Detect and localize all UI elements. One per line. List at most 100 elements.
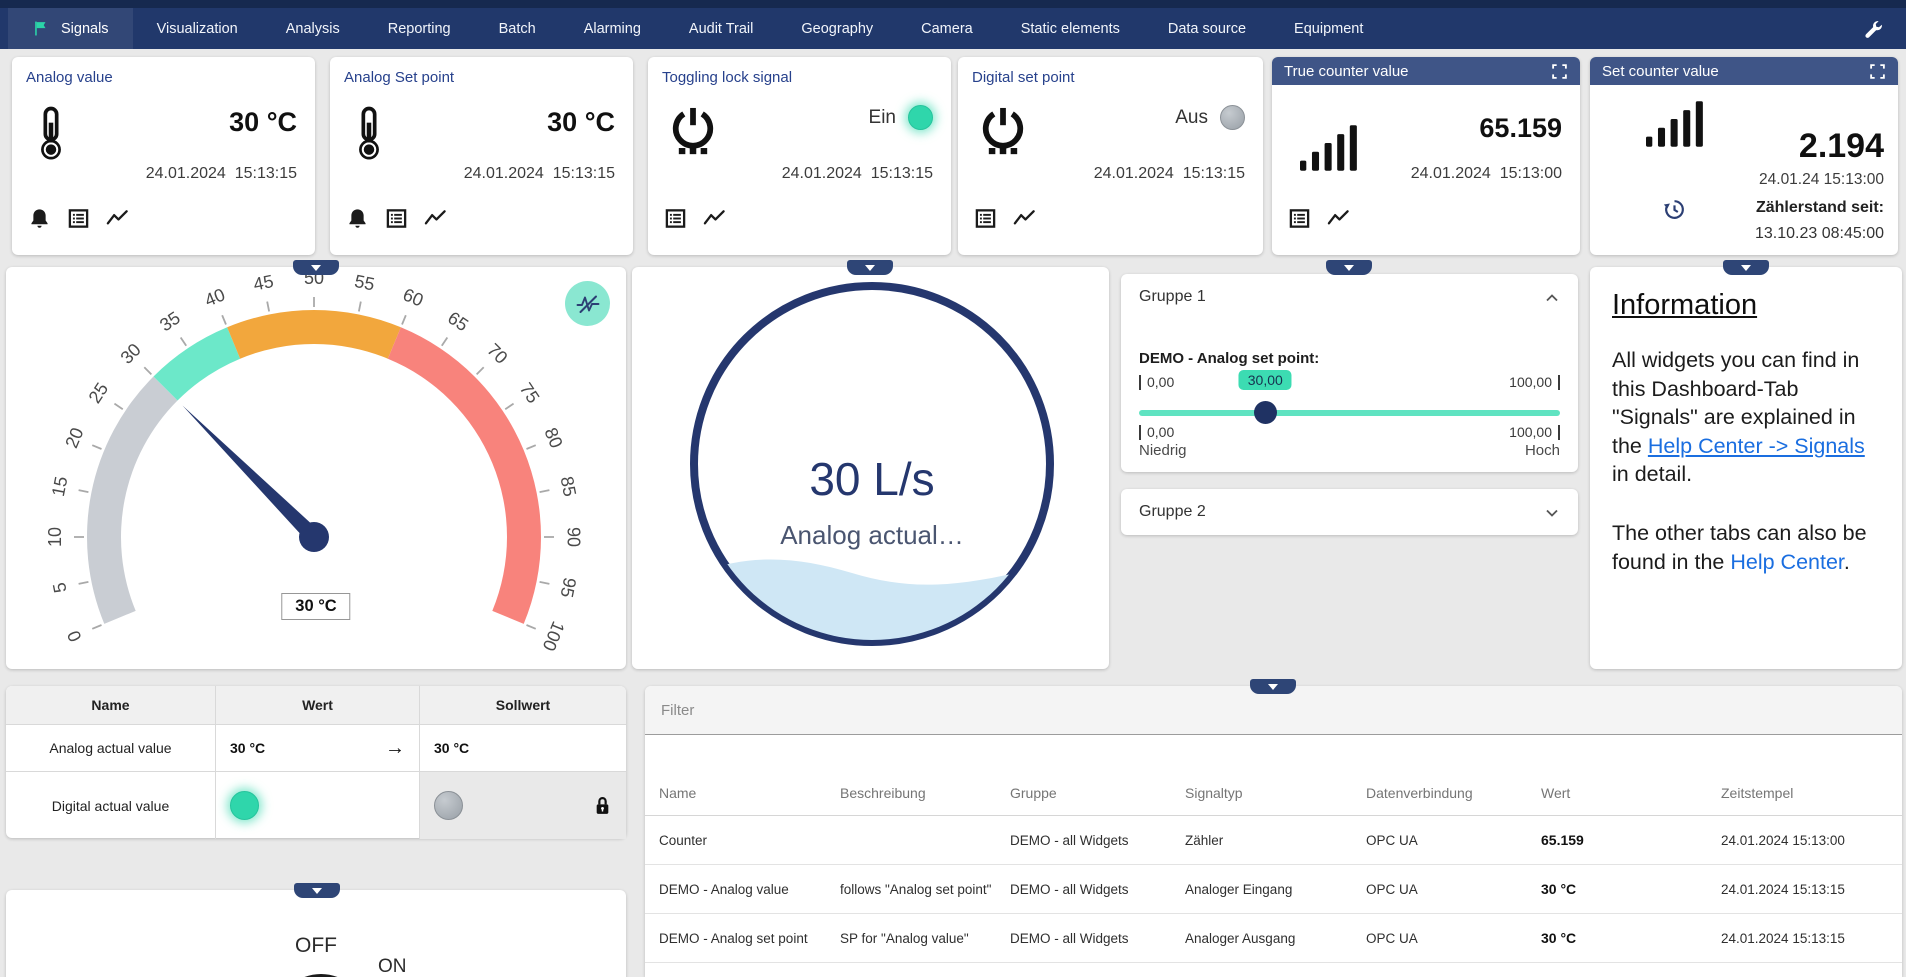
state-indicator-on[interactable] <box>908 105 933 130</box>
gauge-value-box: 30 °C <box>281 593 350 620</box>
group-title: Gruppe 2 <box>1139 503 1206 521</box>
svg-text:15: 15 <box>48 475 72 499</box>
signal-cell-name: DEMO - Analog value <box>645 882 826 897</box>
signal-col-signaltyp[interactable]: Signaltyp <box>1171 785 1352 815</box>
svg-text:80: 80 <box>540 425 566 451</box>
nav-tab-static-elements[interactable]: Static elements <box>997 8 1144 49</box>
slider-max-sub: 100,00 <box>1509 424 1560 440</box>
slider-min: 0,00 <box>1139 374 1174 390</box>
signal-col-name[interactable]: Name <box>645 785 826 815</box>
nav-tab-analysis[interactable]: Analysis <box>262 8 364 49</box>
nav-tab-alarming[interactable]: Alarming <box>560 8 665 49</box>
collapse-tab-groups[interactable] <box>1326 260 1372 275</box>
chevron-down-icon <box>865 265 875 271</box>
widget-gauge: 0510152025303540455055606570758085909510… <box>6 267 626 669</box>
nav-tab-label: Camera <box>921 21 973 37</box>
list-icon[interactable] <box>974 207 997 230</box>
svg-text:60: 60 <box>400 284 426 310</box>
alarm-bell-icon[interactable] <box>28 207 51 230</box>
nav-tab-reporting[interactable]: Reporting <box>364 8 475 49</box>
slider-thumb[interactable] <box>1254 401 1277 424</box>
help-center-signals-link[interactable]: Help Center -> Signals <box>1648 434 1865 458</box>
signal-cell-zeitstempel: 24.01.2024 15:13:15 <box>1707 882 1902 897</box>
collapse-tab-signal-table[interactable] <box>1250 679 1296 694</box>
nav-tab-camera[interactable]: Camera <box>897 8 997 49</box>
signal-cell-datenverbindung: OPC UA <box>1352 833 1527 848</box>
history-icon[interactable] <box>1662 197 1687 222</box>
nav-tab-signals[interactable]: Signals <box>8 8 133 49</box>
slider-value-pill: 30,00 <box>1239 370 1292 390</box>
counter-value: 2.194 <box>1799 127 1884 166</box>
signal-cell-signaltyp: Analoger Ausgang <box>1171 931 1352 946</box>
list-icon[interactable] <box>385 207 408 230</box>
low-label: Niedrig <box>1139 442 1187 459</box>
svg-text:70: 70 <box>483 340 511 368</box>
group-2-panel[interactable]: Gruppe 2 <box>1121 489 1578 535</box>
table-row[interactable]: Digital actual value <box>6 772 626 839</box>
waveform-off-icon <box>576 292 600 316</box>
live-signal-toggle-button[interactable] <box>565 281 610 326</box>
widget-title: Digital set point <box>972 69 1075 86</box>
chevron-down-icon <box>1344 265 1354 271</box>
alarm-bell-icon[interactable] <box>346 207 369 230</box>
settings-wrench-button[interactable] <box>1848 8 1898 49</box>
nav-tab-batch[interactable]: Batch <box>475 8 560 49</box>
value-table-header: Name Wert Sollwert <box>6 686 626 725</box>
window-top-strip <box>0 0 1906 8</box>
signal-col-zeitstempel[interactable]: Zeitstempel <box>1707 785 1902 815</box>
state-indicator-off[interactable] <box>1220 105 1245 130</box>
thermometer-icon <box>34 105 68 163</box>
widget-analog-set-point: Analog Set point 30 °C 24.01.2024 15:13:… <box>330 57 633 255</box>
trend-icon[interactable] <box>424 207 447 230</box>
collapse-tab-tank[interactable] <box>847 260 893 275</box>
signal-table-row[interactable]: DEMO - Analog set pointSP for "Analog va… <box>645 914 1902 963</box>
digital-setpoint-indicator-off[interactable] <box>434 791 463 820</box>
signal-table-row[interactable]: CounterDEMO - all WidgetsZählerOPC UA65.… <box>645 816 1902 865</box>
timestamp: 24.01.24 15:13:00 <box>1759 171 1884 189</box>
collapse-tab-info[interactable] <box>1723 260 1769 275</box>
signal-col-gruppe[interactable]: Gruppe <box>996 785 1171 815</box>
table-row[interactable]: Analog actual value 30 °C→ 30 °C <box>6 725 626 772</box>
signal-col-datenverbindung[interactable]: Datenverbindung <box>1352 785 1527 815</box>
nav-tab-data-source[interactable]: Data source <box>1144 8 1270 49</box>
timestamp: 24.01.2024 15:13:15 <box>782 165 933 183</box>
slider-track[interactable] <box>1139 410 1560 416</box>
signal-cell-signaltyp: Analoger Eingang <box>1171 882 1352 897</box>
filter-placeholder: Filter <box>661 702 694 719</box>
set-value: 30 °C <box>434 740 469 756</box>
digital-value-indicator-on <box>230 791 259 820</box>
nav-tab-equipment[interactable]: Equipment <box>1270 8 1387 49</box>
signal-table-row[interactable]: Virtual output SetpointSP 10°C TestDEMO … <box>645 963 1902 977</box>
nav-tab-geography[interactable]: Geography <box>777 8 897 49</box>
nav-tab-visualization[interactable]: Visualization <box>133 8 262 49</box>
chevron-up-icon[interactable] <box>1542 288 1562 308</box>
svg-text:45: 45 <box>252 271 276 295</box>
widget-value-table: Name Wert Sollwert Analog actual value 3… <box>6 686 626 838</box>
nav-tab-label: Data source <box>1168 21 1246 37</box>
svg-text:95: 95 <box>556 576 580 600</box>
widget-toggling-lock-signal: Toggling lock signal Ein 24.01.2024 15:1… <box>648 57 951 255</box>
digital-state: Aus <box>1175 105 1245 130</box>
collapse-tab-switch[interactable] <box>294 883 340 898</box>
chevron-down-icon[interactable] <box>1542 503 1562 523</box>
trend-icon[interactable] <box>1327 207 1350 230</box>
switch-off-label: OFF <box>6 934 626 958</box>
signal-col-beschreibung[interactable]: Beschreibung <box>826 785 996 815</box>
list-icon[interactable] <box>1288 207 1311 230</box>
list-icon[interactable] <box>67 207 90 230</box>
expand-icon[interactable] <box>1869 63 1886 80</box>
help-center-link[interactable]: Help Center <box>1730 550 1844 574</box>
signal-col-wert[interactable]: Wert <box>1527 785 1707 815</box>
expand-icon[interactable] <box>1551 63 1568 80</box>
nav-tab-audit-trail[interactable]: Audit Trail <box>665 8 777 49</box>
trend-icon[interactable] <box>1013 207 1036 230</box>
nav-tab-label: Audit Trail <box>689 21 753 37</box>
slider-min-sub: 0,00 <box>1139 424 1174 440</box>
trend-icon[interactable] <box>703 207 726 230</box>
signal-cell-gruppe: DEMO - all Widgets <box>996 882 1171 897</box>
signal-table-row[interactable]: DEMO - Analog valuefollows "Analog set p… <box>645 865 1902 914</box>
trend-icon[interactable] <box>106 207 129 230</box>
power-settings-icon <box>980 105 1026 155</box>
list-icon[interactable] <box>664 207 687 230</box>
collapse-tab-gauge[interactable] <box>293 260 339 275</box>
